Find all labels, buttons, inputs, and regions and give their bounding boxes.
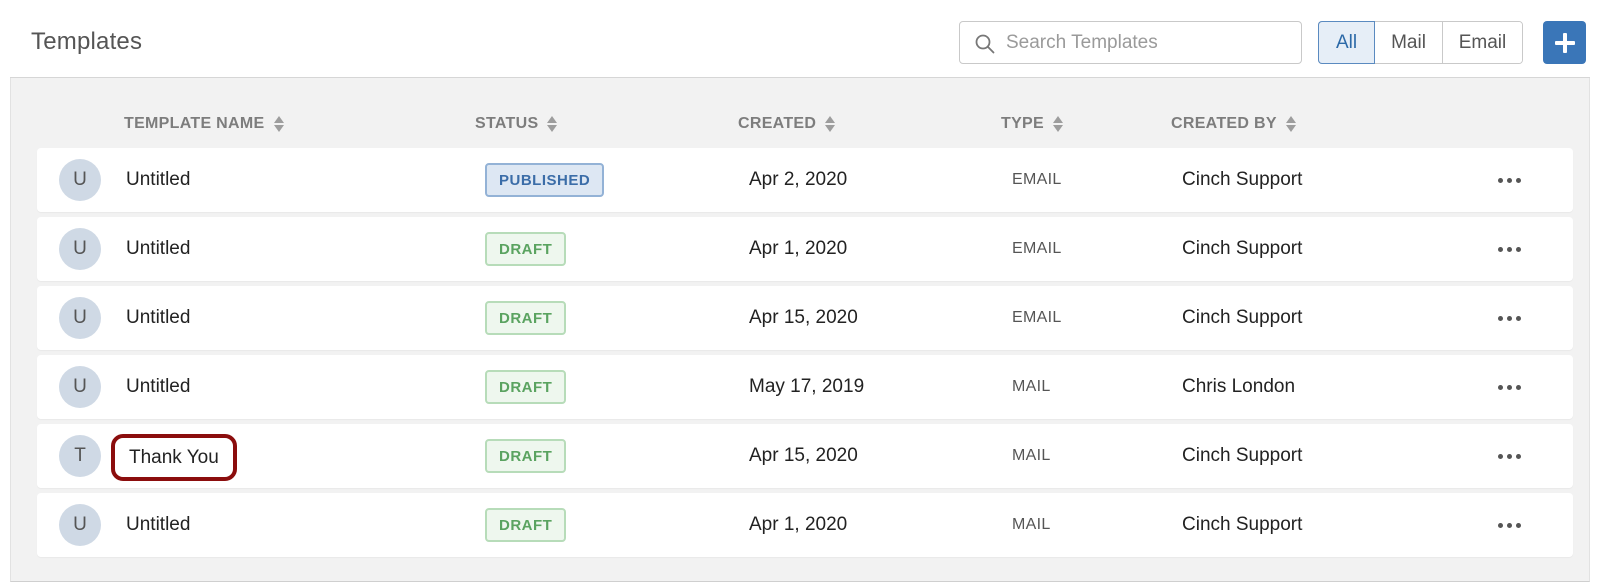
created-date: Apr 1, 2020 xyxy=(749,238,848,259)
more-options-icon[interactable] xyxy=(1487,373,1531,401)
more-options-icon[interactable] xyxy=(1487,442,1531,470)
column-header-status[interactable]: STATUS xyxy=(475,115,558,133)
filter-email-button[interactable]: Email xyxy=(1442,22,1522,63)
column-header-type[interactable]: TYPE xyxy=(1001,115,1064,133)
status-badge: DRAFT xyxy=(485,508,567,542)
column-header-label: CREATED xyxy=(738,115,817,132)
template-name[interactable]: Untitled xyxy=(126,238,190,260)
table-row[interactable]: T Thank You DRAFT Apr 15, 2020 MAIL Cinc… xyxy=(37,424,1573,488)
status-badge: PUBLISHED xyxy=(485,163,605,197)
created-date: Apr 1, 2020 xyxy=(749,514,848,535)
template-type: EMAIL xyxy=(1012,171,1062,188)
created-by: Cinch Support xyxy=(1182,169,1303,190)
created-date: May 17, 2019 xyxy=(749,376,865,397)
created-date: Apr 15, 2020 xyxy=(749,307,858,328)
page-title: Templates xyxy=(31,28,143,55)
avatar: U xyxy=(59,297,101,339)
avatar: U xyxy=(59,228,101,270)
status-badge: DRAFT xyxy=(485,232,567,266)
table-row[interactable]: U Untitled DRAFT May 17, 2019 MAIL Chris… xyxy=(37,355,1573,419)
sort-icon xyxy=(273,115,285,133)
more-options-icon[interactable] xyxy=(1487,304,1531,332)
created-date: Apr 15, 2020 xyxy=(749,445,858,466)
column-header-label: TYPE xyxy=(1001,115,1044,132)
column-header-label: STATUS xyxy=(475,115,539,132)
status-badge: DRAFT xyxy=(485,439,567,473)
more-options-icon[interactable] xyxy=(1487,166,1531,194)
type-filter: All Mail Email xyxy=(1318,21,1523,64)
column-header-created-by[interactable]: CREATED BY xyxy=(1171,115,1297,133)
template-name[interactable]: Untitled xyxy=(126,307,190,329)
status-badge: DRAFT xyxy=(485,301,567,335)
avatar: T xyxy=(59,435,101,477)
sort-icon xyxy=(1285,115,1297,133)
created-by: Cinch Support xyxy=(1182,238,1303,259)
created-by: Chris London xyxy=(1182,376,1296,397)
table-row[interactable]: U Untitled DRAFT Apr 1, 2020 EMAIL Cinch… xyxy=(37,217,1573,281)
filter-all-button[interactable]: All xyxy=(1319,22,1374,63)
avatar: U xyxy=(59,366,101,408)
template-type: MAIL xyxy=(1012,447,1051,464)
created-by: Cinch Support xyxy=(1182,514,1303,535)
template-type: EMAIL xyxy=(1012,240,1062,257)
sort-icon xyxy=(547,115,558,133)
templates-table: TEMPLATE NAME STATUS CREATED TYPE CREATE… xyxy=(10,78,1590,582)
created-by: Cinch Support xyxy=(1182,307,1303,328)
table-row[interactable]: U Untitled DRAFT Apr 15, 2020 EMAIL Cinc… xyxy=(37,286,1573,350)
search-icon xyxy=(975,34,995,54)
table-row[interactable]: U Untitled DRAFT Apr 1, 2020 MAIL Cinch … xyxy=(37,493,1573,557)
column-header-label: TEMPLATE NAME xyxy=(124,115,265,132)
template-name[interactable]: Untitled xyxy=(126,514,190,536)
more-options-icon[interactable] xyxy=(1487,511,1531,539)
avatar: U xyxy=(59,504,101,546)
created-by: Cinch Support xyxy=(1182,445,1303,466)
status-badge: DRAFT xyxy=(485,370,567,404)
avatar: U xyxy=(59,159,101,201)
search-input[interactable] xyxy=(1006,23,1291,62)
template-type: MAIL xyxy=(1012,378,1051,395)
sort-icon xyxy=(1053,115,1064,133)
template-type: MAIL xyxy=(1012,516,1051,533)
column-header-created[interactable]: CREATED xyxy=(738,115,836,133)
created-date: Apr 2, 2020 xyxy=(749,169,848,190)
add-template-button[interactable] xyxy=(1543,21,1586,64)
template-name-highlighted[interactable]: Thank You xyxy=(111,434,237,481)
sort-icon xyxy=(825,115,836,133)
column-header-label: CREATED BY xyxy=(1171,115,1277,132)
column-header-template-name[interactable]: TEMPLATE NAME xyxy=(124,115,285,133)
template-type: EMAIL xyxy=(1012,309,1062,326)
search-box[interactable] xyxy=(959,21,1302,64)
template-name[interactable]: Untitled xyxy=(126,376,190,398)
plus-icon xyxy=(1554,32,1575,53)
more-options-icon[interactable] xyxy=(1487,235,1531,263)
template-name[interactable]: Untitled xyxy=(126,169,190,191)
table-row[interactable]: U Untitled PUBLISHED Apr 2, 2020 EMAIL C… xyxy=(37,148,1573,212)
filter-mail-button[interactable]: Mail xyxy=(1374,22,1442,63)
